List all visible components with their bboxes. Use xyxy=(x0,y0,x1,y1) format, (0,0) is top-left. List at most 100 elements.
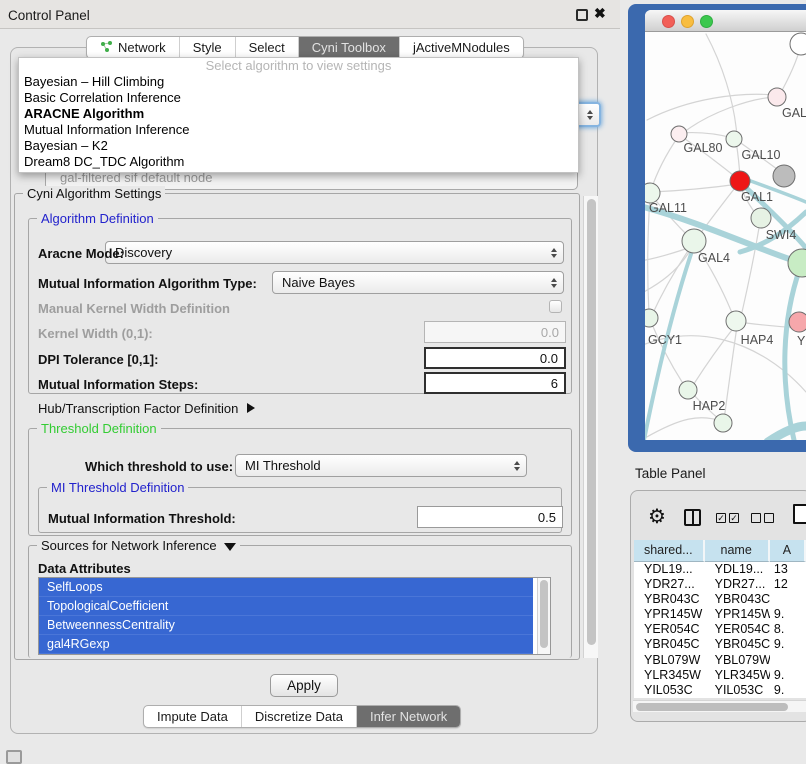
tab-cyni-toolbox[interactable]: Cyni Toolbox xyxy=(299,37,400,58)
mi-threshold-input[interactable]: 0.5 xyxy=(417,506,563,528)
table-row[interactable]: YDL19...YDL19...13 xyxy=(634,562,806,577)
network-node-swi4[interactable] xyxy=(751,208,771,228)
table-scrollbar-thumb[interactable] xyxy=(636,703,788,711)
attribute-list-item[interactable]: SelfLoops xyxy=(39,578,533,597)
table-cell: YLR345W xyxy=(705,668,770,683)
window-minimize-button[interactable] xyxy=(681,15,694,28)
table-column-header[interactable]: name xyxy=(705,540,770,562)
tab-network[interactable]: Network xyxy=(87,37,180,58)
network-node[interactable] xyxy=(714,414,732,432)
which-threshold-combobox[interactable]: MI Threshold xyxy=(235,454,527,477)
new-table-document-icon[interactable] xyxy=(793,504,806,524)
table-cell: YBR043C xyxy=(634,592,705,607)
table-row[interactable]: YBR043CYBR043C xyxy=(634,592,806,607)
algorithm-dropdown-popup: Select algorithm to view settings Bayesi… xyxy=(18,57,579,173)
network-node-gal11[interactable] xyxy=(645,183,660,203)
table-row[interactable]: YIL053CYIL053C9. xyxy=(634,683,806,698)
node-label: GAL xyxy=(782,106,806,120)
deselect-all-checkbox-icon[interactable] xyxy=(764,513,774,523)
tab-impute-data[interactable]: Impute Data xyxy=(144,706,242,727)
dropdown-item[interactable]: Mutual Information Inference xyxy=(19,122,578,138)
node-label: HAP2 xyxy=(693,399,726,413)
network-node[interactable] xyxy=(790,33,806,55)
node-attribute-table: shared...nameA YDL19...YDL19...13YDR27..… xyxy=(634,540,806,698)
node-label: GAL10 xyxy=(742,148,781,162)
column-layout-icon[interactable] xyxy=(684,509,701,526)
dropdown-item[interactable]: Dream8 DC_TDC Algorithm xyxy=(19,154,578,170)
table-row[interactable]: YLR345WYLR345W9. xyxy=(634,668,806,683)
app-screen: { "control_panel": { "title": "Control P… xyxy=(0,0,806,762)
network-node-gal[interactable] xyxy=(768,88,786,106)
mi-threshold-label: Mutual Information Threshold: xyxy=(48,511,236,526)
table-cell: YBR043C xyxy=(705,592,770,607)
kernel-width-input[interactable]: 0.0 xyxy=(424,321,566,343)
tab-jactivemnodules[interactable]: jActiveMNodules xyxy=(400,37,523,58)
tab-select[interactable]: Select xyxy=(236,37,299,58)
dropdown-item[interactable]: Basic Correlation Inference xyxy=(19,90,578,106)
table-row[interactable]: YDR27...YDR27...12 xyxy=(634,577,806,592)
select-all-checkbox-icon[interactable]: ✓ xyxy=(716,513,726,523)
attribute-list-item[interactable]: TopologicalCoefficient xyxy=(39,597,533,616)
control-panel-title: Control Panel xyxy=(8,8,90,23)
tab-infer-network[interactable]: Infer Network xyxy=(357,706,460,727)
deselect-all-checkbox-icon[interactable] xyxy=(751,513,761,523)
attributes-scrollbar-thumb[interactable] xyxy=(540,580,548,648)
table-cell: YBL079W xyxy=(705,653,770,668)
mi-steps-input[interactable]: 6 xyxy=(424,372,566,394)
dropdown-item[interactable]: Bayesian – Hill Climbing xyxy=(19,74,578,90)
table-cell: YLR345W xyxy=(634,668,705,683)
dropdown-item[interactable]: Bayesian – K2 xyxy=(19,138,578,154)
dpi-tolerance-input[interactable]: 0.0 xyxy=(424,347,566,369)
dropdown-item[interactable]: ARACNE Algorithm xyxy=(19,106,578,122)
table-cell: YER054C xyxy=(705,622,770,637)
which-threshold-label: Which threshold to use: xyxy=(85,459,233,474)
window-close-button[interactable] xyxy=(662,15,675,28)
table-column-header[interactable]: A xyxy=(770,540,806,562)
network-node[interactable] xyxy=(773,165,795,187)
attribute-list-item[interactable]: gal4RGexp xyxy=(39,635,533,654)
table-settings-gear-icon[interactable]: ⚙ xyxy=(648,504,666,529)
tab-style[interactable]: Style xyxy=(180,37,236,58)
apply-button[interactable]: Apply xyxy=(270,674,338,697)
table-row[interactable]: YBR045CYBR045C9. xyxy=(634,637,806,652)
attributes-scrollbar[interactable] xyxy=(537,578,550,654)
network-node-gal80[interactable] xyxy=(671,126,687,142)
attribute-list-item[interactable]: BetweennessCentrality xyxy=(39,616,533,635)
network-node-gal1[interactable] xyxy=(730,171,750,191)
table-row[interactable]: YER054CYER054C8. xyxy=(634,622,806,637)
network-canvas[interactable]: GALGAL80GAL10GAL1GAL11SWI4GAL4GCY1HAP4YH… xyxy=(645,32,806,440)
table-cell: YIL053C xyxy=(705,683,770,698)
network-graph: GALGAL80GAL10GAL1GAL11SWI4GAL4GCY1HAP4YH… xyxy=(645,32,806,440)
close-icon[interactable]: ✖ xyxy=(594,5,606,22)
network-node[interactable] xyxy=(788,249,806,277)
network-node-gal4[interactable] xyxy=(682,229,706,253)
node-label: GAL4 xyxy=(698,251,730,265)
manual-kernel-width-checkbox[interactable] xyxy=(549,300,562,313)
settings-scrollbar[interactable] xyxy=(583,196,598,658)
table-cell: YDR27... xyxy=(634,577,705,592)
network-edge xyxy=(651,137,678,190)
threshold-definition-label: Threshold Definition xyxy=(37,421,161,436)
network-node-y[interactable] xyxy=(789,312,806,332)
network-node-hap4[interactable] xyxy=(726,311,746,331)
network-node-gal10[interactable] xyxy=(726,131,742,147)
table-cell: YBR045C xyxy=(705,637,770,652)
table-column-header[interactable]: shared... xyxy=(634,540,705,562)
node-label: GAL11 xyxy=(649,201,687,215)
select-all-checkbox-icon[interactable]: ✓ xyxy=(729,513,739,523)
hub-factor-expander[interactable]: Hub/Transcription Factor Definition xyxy=(38,401,255,416)
network-node-gcy1[interactable] xyxy=(645,309,658,327)
algorithm-definition-label: Algorithm Definition xyxy=(37,211,158,226)
network-edge xyxy=(779,48,800,96)
settings-scrollbar-thumb[interactable] xyxy=(587,199,596,645)
window-zoom-button[interactable] xyxy=(700,15,713,28)
table-cell: YPR145W xyxy=(705,607,770,622)
mi-steps-label: Mutual Information Steps: xyxy=(38,377,198,392)
float-window-icon[interactable] xyxy=(576,9,588,21)
table-row[interactable]: YBL079WYBL079W xyxy=(634,653,806,668)
network-node-hap2[interactable] xyxy=(679,381,697,399)
tab-discretize-data[interactable]: Discretize Data xyxy=(242,706,357,727)
table-row[interactable]: YPR145WYPR145W9. xyxy=(634,607,806,622)
table-horizontal-scrollbar[interactable] xyxy=(633,700,806,712)
table-cell: YDL19... xyxy=(634,562,705,577)
